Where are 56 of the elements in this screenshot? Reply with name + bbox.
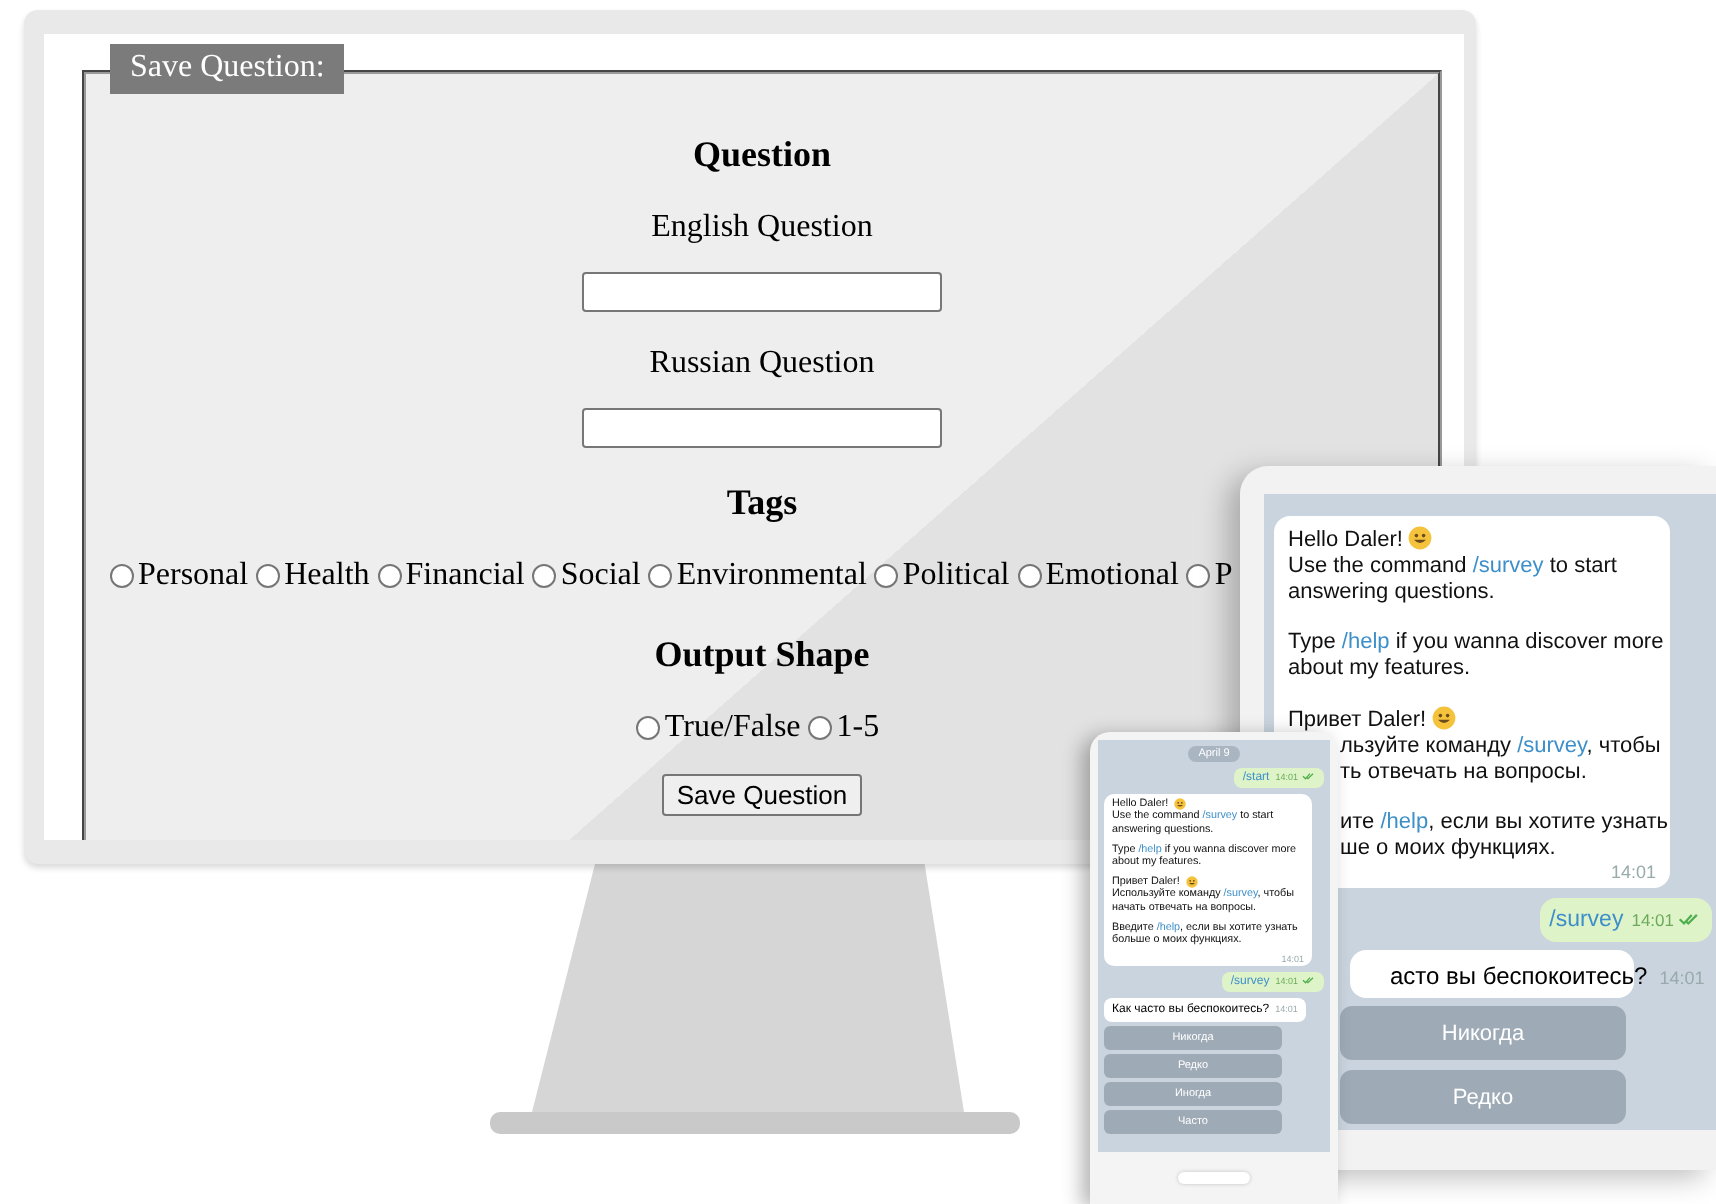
section-heading: Question	[692, 134, 831, 174]
option-label: Environmental	[676, 558, 867, 594]
radio-button[interactable]	[1186, 564, 1211, 588]
option-label: Emotional	[1045, 558, 1179, 594]
message-text: асто вы беспокоитесь?	[1390, 962, 1648, 990]
double-check-icon	[1678, 911, 1702, 926]
message-text: /survey	[1549, 908, 1624, 932]
radio-button[interactable]	[256, 564, 281, 588]
answer-button[interactable]: Редко	[1340, 1070, 1626, 1124]
radio-button[interactable]	[636, 716, 661, 740]
text-input[interactable]	[582, 272, 942, 312]
option-label: Personal	[138, 558, 249, 594]
option-label: Health	[284, 558, 370, 594]
double-check-icon	[1302, 976, 1316, 985]
greeting-text: Привет Daler!	[1288, 706, 1457, 734]
radio-button[interactable]	[808, 716, 833, 740]
option-label: True/False	[664, 710, 801, 746]
radio-button[interactable]	[874, 564, 899, 588]
save-question-button[interactable]: Save Question	[662, 774, 862, 816]
message-text: ше о моих функциях.	[1340, 836, 1556, 862]
option-label: Political	[902, 558, 1010, 594]
message-text: ть отвечать на вопросы.	[1340, 760, 1587, 786]
message-text: ите /help, если вы хотите узнать	[1340, 810, 1669, 836]
radio-button[interactable]	[1017, 564, 1042, 588]
message-text: Use the command /survey to start	[1288, 554, 1617, 580]
message-time: 14:01	[1608, 862, 1656, 882]
message-time: 14:01	[1631, 910, 1674, 930]
text-input[interactable]	[582, 408, 942, 448]
option-label: Social	[560, 558, 641, 594]
smiley-icon	[1174, 798, 1187, 811]
smiley-icon	[1408, 526, 1433, 550]
field-label: English Question	[651, 210, 873, 246]
option-label: 1-5	[836, 710, 880, 746]
radio-button[interactable]	[110, 564, 134, 588]
radio-button[interactable]	[648, 564, 673, 588]
message-text: Type /help if you wanna discover more	[1288, 630, 1664, 656]
message-text: льзуйте команду /survey, чтобы	[1340, 734, 1661, 760]
message-text: about my features.	[1288, 656, 1471, 682]
form-legend: Save Question:	[110, 44, 345, 94]
greeting-text: Hello Daler!	[1288, 526, 1433, 554]
radio-button[interactable]	[377, 564, 402, 588]
smiley-icon	[1432, 706, 1457, 730]
section-heading: Tags	[726, 482, 798, 522]
radio-button[interactable]	[532, 564, 557, 588]
smiley-icon	[1185, 876, 1198, 889]
option-label: Financial	[405, 558, 525, 594]
message-text: answering questions.	[1288, 580, 1495, 606]
option-label: P	[1214, 558, 1233, 594]
command-link[interactable]: /survey	[1472, 554, 1544, 578]
command-link[interactable]: /survey	[1517, 734, 1587, 758]
field-label: Russian Question	[649, 346, 875, 382]
double-check-icon	[1302, 772, 1316, 781]
answer-button[interactable]: Никогда	[1340, 1006, 1626, 1060]
command-link[interactable]: /help	[1341, 630, 1390, 654]
section-heading: Output Shape	[654, 634, 870, 674]
command-link[interactable]: /help	[1380, 810, 1429, 834]
